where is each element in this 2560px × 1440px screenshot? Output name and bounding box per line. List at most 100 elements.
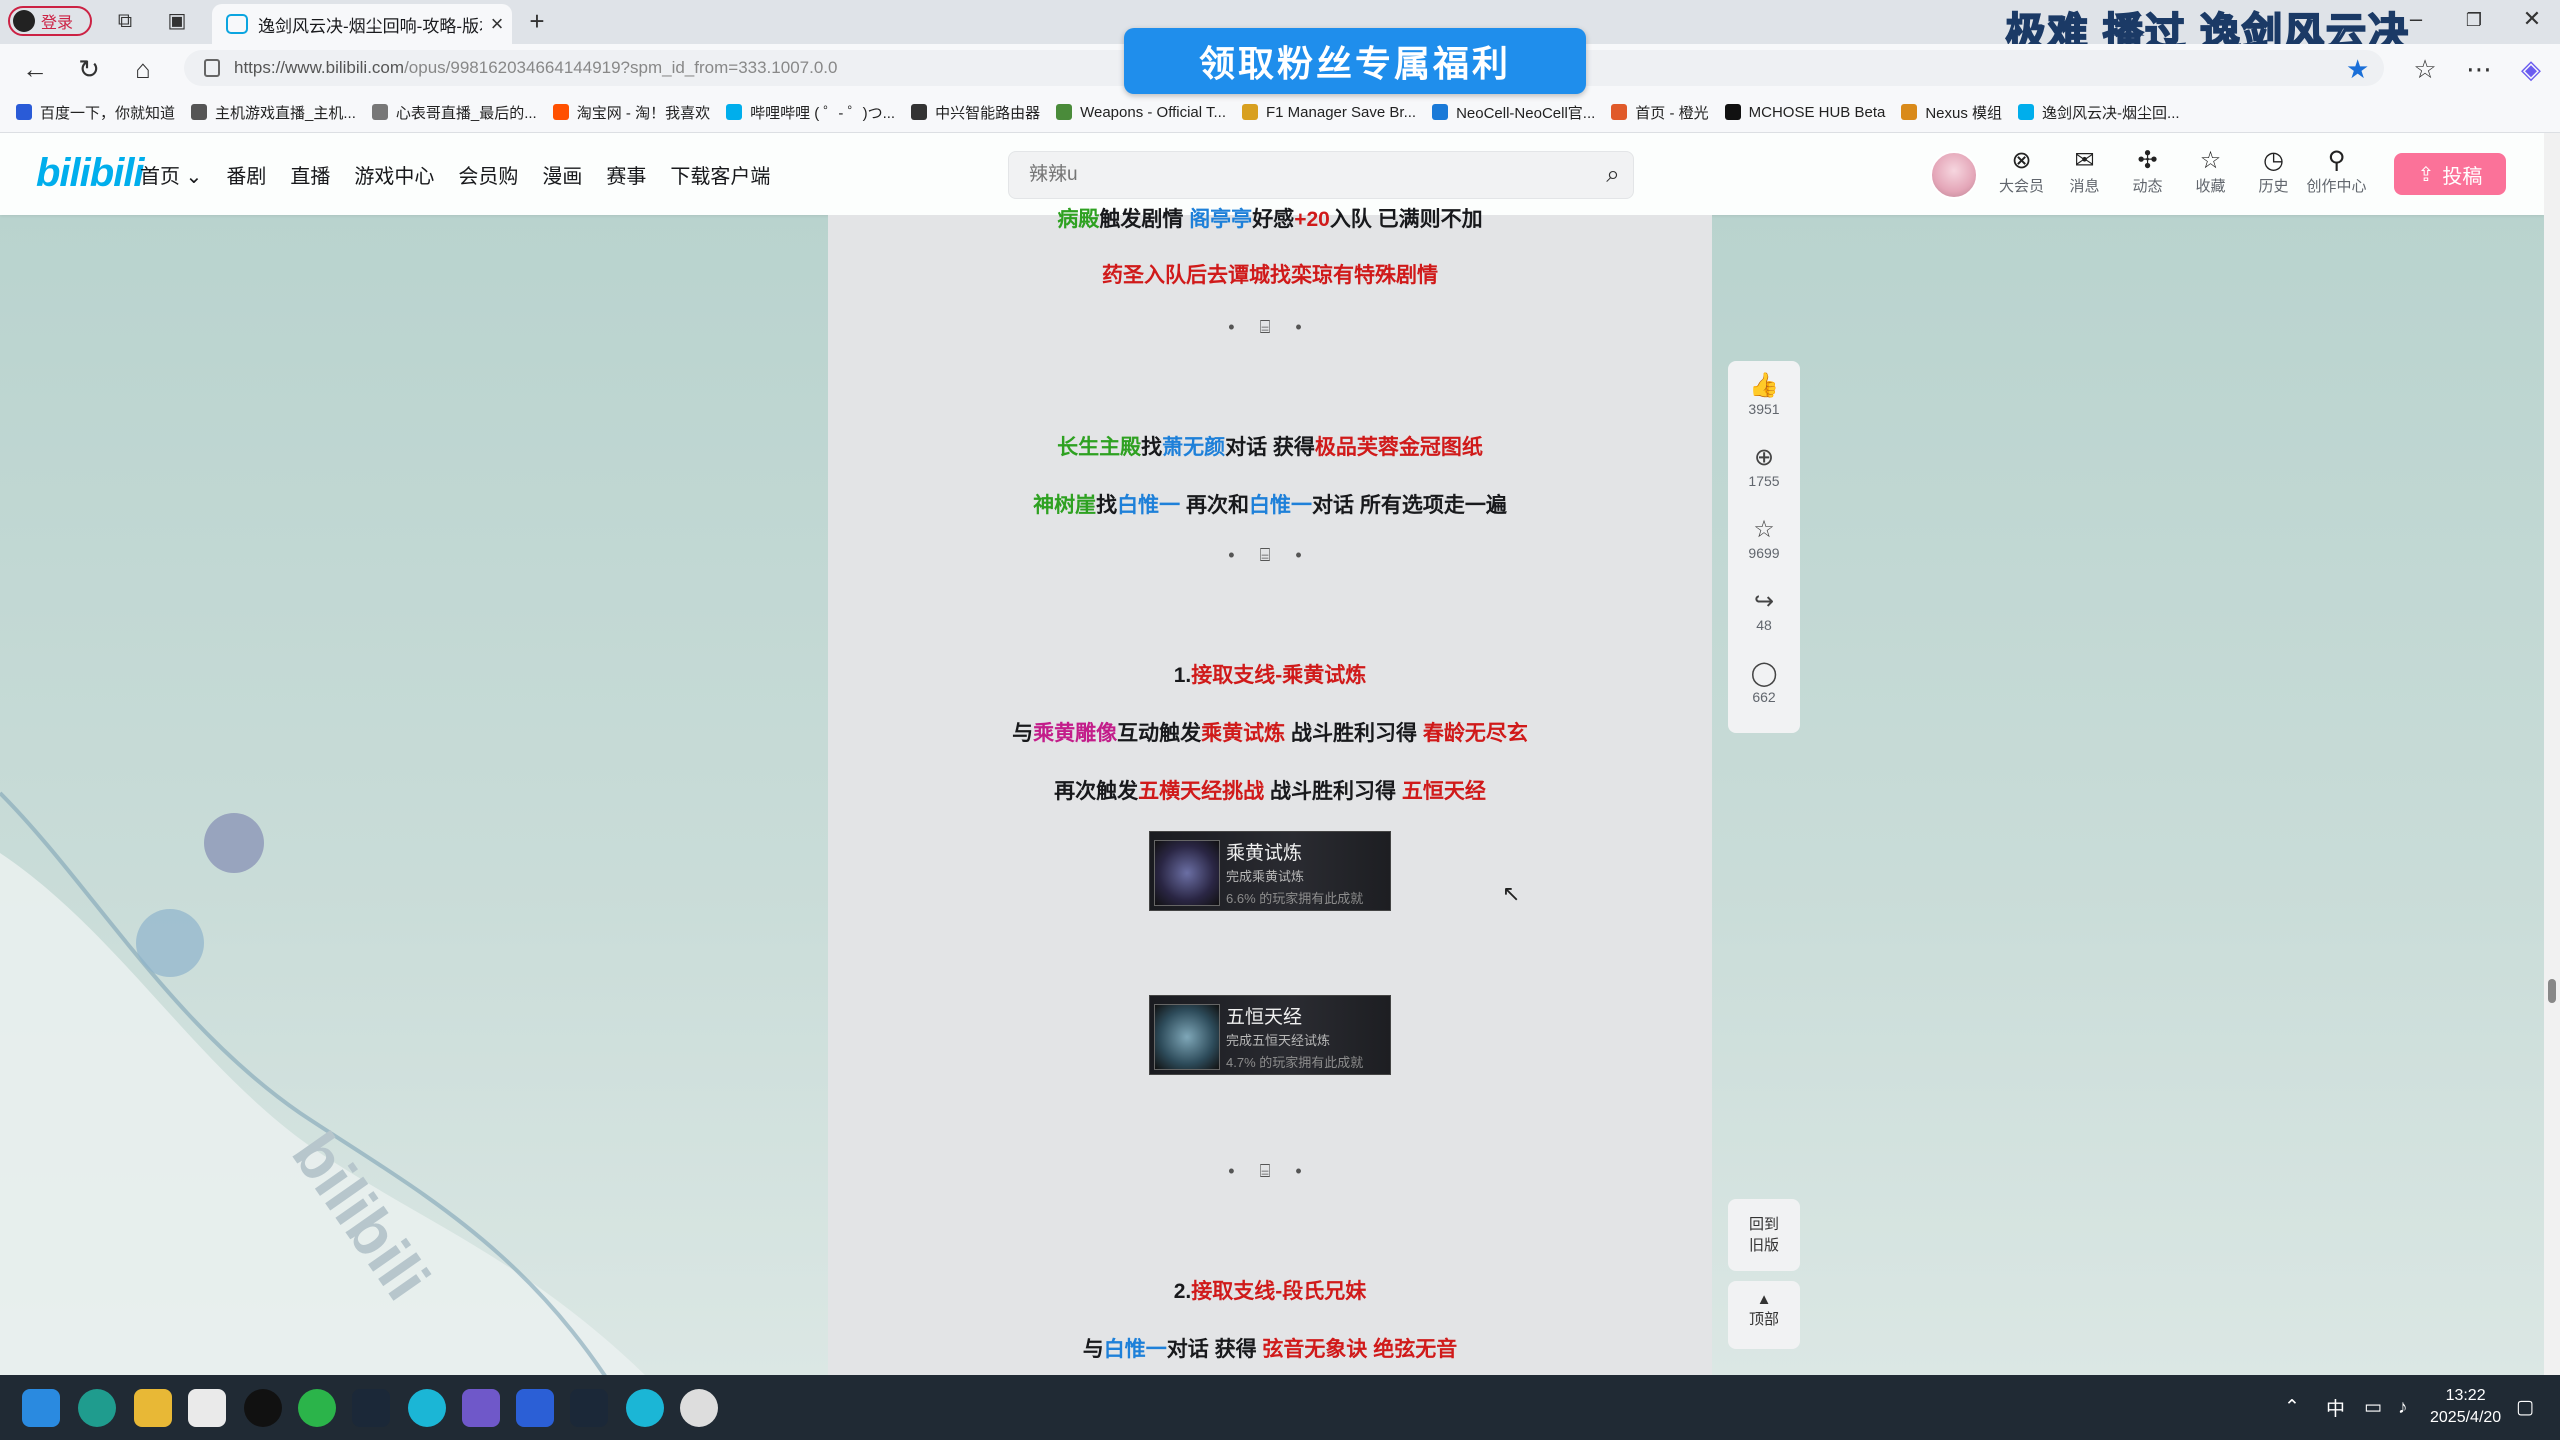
back-to-old-version-button[interactable]: 回到 旧版 <box>1728 1199 1800 1271</box>
new-tab-button[interactable]: + <box>524 8 550 34</box>
app-icon[interactable] <box>626 1389 664 1427</box>
tab-close-icon[interactable]: × <box>482 11 512 37</box>
volume-icon[interactable]: ♪ <box>2398 1375 2408 1440</box>
steam-icon[interactable] <box>570 1389 608 1427</box>
bookmark-label: MCHOSE HUB Beta <box>1748 103 1886 121</box>
text-segment: 五横天经挑战 <box>1138 780 1265 803</box>
steam-icon[interactable] <box>352 1389 390 1427</box>
text-segment: 接取支线-段氏兄妹 <box>1191 1280 1367 1303</box>
bookmark-item[interactable]: 百度一下，你就知道 <box>16 102 175 123</box>
wechat-icon[interactable] <box>298 1389 336 1427</box>
app-icon[interactable] <box>408 1389 446 1427</box>
nav-item[interactable]: 会员购 <box>458 160 518 189</box>
network-icon[interactable]: ▭ <box>2364 1375 2382 1440</box>
header-glyph-icon: ⊗ <box>2011 147 2032 174</box>
coin-button[interactable]: ⊕ 1755 <box>1728 433 1800 505</box>
nav-item[interactable]: 首页 ⌄ <box>140 160 202 189</box>
bookmark-item[interactable]: F1 Manager Save Br... <box>1242 104 1416 121</box>
bookmark-label: Nexus 模组 <box>1925 104 2003 122</box>
achievement-percent: 6.6% 的玩家拥有此成就 <box>1226 891 1364 906</box>
bookmark-item[interactable]: NeoCell-NeoCell官... <box>1432 102 1595 123</box>
bookmarks-bar: 百度一下，你就知道 主机游戏直播_主机... 心表哥直播_最后的... 淘宝网 - 淘… <box>0 92 2560 133</box>
header-icon-4[interactable]: ◷ 历史 <box>2242 147 2305 196</box>
notification-icon[interactable]: ▢ <box>2516 1375 2534 1440</box>
app-icon[interactable] <box>680 1389 718 1427</box>
favorites-icon[interactable]: ☆ <box>2410 54 2440 84</box>
qq-icon[interactable] <box>244 1389 282 1427</box>
bookmark-item[interactable]: 哔哩哔哩 ( ゜- ゜)つ... <box>726 102 895 123</box>
vertical-tabs-icon[interactable]: ▣ <box>164 8 190 34</box>
achievement-desc: 完成乘黄试炼 <box>1226 869 1305 884</box>
bookmark-item[interactable]: 中兴智能路由器 <box>911 102 1040 123</box>
text-segment: 入队 已满则不加 <box>1329 208 1483 231</box>
nav-item[interactable]: 番剧 <box>226 160 266 189</box>
text-segment: 与 <box>1012 722 1034 745</box>
ime-indicator[interactable]: 中 <box>2326 1375 2345 1440</box>
user-avatar[interactable] <box>1930 151 1978 199</box>
bookmark-item[interactable]: 心表哥直播_最后的... <box>371 102 537 123</box>
comment-button[interactable]: ◯ 662 <box>1728 649 1800 721</box>
header-icon-5[interactable]: ⚲ 创作中心 <box>2305 147 2368 196</box>
more-menu-icon[interactable]: ⋯ <box>2464 54 2494 84</box>
search-icon[interactable]: ⌕ <box>1593 161 1633 189</box>
store-icon[interactable] <box>188 1389 226 1427</box>
back-icon[interactable]: ← <box>20 54 50 84</box>
system-clock[interactable]: 13:22 2025/4/20 <box>2430 1385 2501 1429</box>
nav-item[interactable]: 游戏中心 <box>354 160 434 189</box>
profile-login-button[interactable]: 登录 <box>8 6 92 36</box>
home-icon[interactable]: ⌂ <box>128 54 158 84</box>
minimize-icon[interactable]: – <box>2396 6 2436 32</box>
nav-item[interactable]: 下载客户端 <box>670 160 770 189</box>
copilot-icon[interactable]: ◈ <box>2516 54 2546 84</box>
bookmark-item[interactable]: MCHOSE HUB Beta <box>1724 103 1886 121</box>
tab-active[interactable]: 逸剑风云决-烟尘回响-攻略-版本V × <box>212 4 512 44</box>
site-info-icon[interactable] <box>204 59 220 77</box>
bookmark-item[interactable]: 首页 - 橙光 <box>1611 102 1709 123</box>
clock-time: 13:22 <box>2445 1387 2486 1404</box>
app-icon[interactable] <box>462 1389 500 1427</box>
nav-item[interactable]: 直播 <box>290 160 330 189</box>
bookmark-item[interactable]: 逸剑风云决-烟尘回... <box>2018 102 2180 123</box>
bookmark-item[interactable]: Weapons - Official T... <box>1056 104 1226 121</box>
edge-browser-icon[interactable] <box>78 1389 116 1427</box>
bookmark-favicon-icon <box>16 104 32 120</box>
like-button[interactable]: 👍 3951 <box>1728 361 1800 433</box>
bookmark-label: 心表哥直播_最后的... <box>395 104 537 122</box>
bookmark-item[interactable]: Nexus 模组 <box>1901 102 2002 123</box>
nav-item[interactable]: 漫画 <box>542 160 582 189</box>
nav-item[interactable]: 赛事 <box>606 160 646 189</box>
bilibili-logo[interactable]: bilibili <box>36 151 145 196</box>
page-scrollbar[interactable] <box>2544 133 2560 1375</box>
workspaces-icon[interactable]: ⧉ <box>112 8 138 34</box>
favorite-button[interactable]: ☆ 9699 <box>1728 505 1800 577</box>
header-icon-3[interactable]: ☆ 收藏 <box>2179 147 2242 196</box>
share-button[interactable]: ↪ 48 <box>1728 577 1800 649</box>
tray-chevron-icon[interactable]: ⌃ <box>2284 1375 2300 1440</box>
file-explorer-icon[interactable] <box>134 1389 172 1427</box>
bookmark-item[interactable]: 主机游戏直播_主机... <box>191 102 356 123</box>
section-heading: 2.接取支线-段氏兄妹 <box>828 1275 1712 1305</box>
header-icon-1[interactable]: ✉ 消息 <box>2053 147 2116 196</box>
text-segment: 与 <box>1082 1338 1104 1361</box>
windows-taskbar: ⌃ 中 ▭ ♪ 13:22 2025/4/20 ▢ <box>0 1375 2560 1440</box>
app-icon[interactable] <box>516 1389 554 1427</box>
scrollbar-thumb[interactable] <box>2548 979 2556 1003</box>
text-segment: 2. <box>1173 1280 1192 1303</box>
search-input[interactable] <box>1027 163 1593 187</box>
close-window-icon[interactable]: ✕ <box>2512 6 2552 32</box>
article-line: 与白惟一对话 获得 弦音无象诀 绝弦无音 <box>828 1333 1712 1363</box>
favorite-star-icon[interactable]: ★ <box>2346 54 2369 85</box>
upload-button[interactable]: ⇪ 投稿 <box>2394 153 2506 195</box>
refresh-icon[interactable]: ↻ <box>74 54 104 84</box>
achievement-percent: 4.7% 的玩家拥有此成就 <box>1226 1055 1364 1070</box>
article-line: 药圣入队后去谭城找栾琼有特殊剧情 <box>1102 264 1438 287</box>
restore-icon[interactable]: ❐ <box>2454 10 2494 31</box>
bookmark-favicon-icon <box>191 104 208 120</box>
bookmark-item[interactable]: 淘宝网 - 淘！我喜欢 <box>552 102 710 123</box>
fans-benefit-banner[interactable]: 领取粉丝专属福利 <box>1124 28 1586 94</box>
start-menu-icon[interactable] <box>22 1389 60 1427</box>
login-label: 登录 <box>41 15 74 32</box>
back-to-top-button[interactable]: ▲ 顶部 <box>1728 1281 1800 1349</box>
header-icon-2[interactable]: ✣ 动态 <box>2116 147 2179 196</box>
header-icon-0[interactable]: ⊗ 大会员 <box>1990 147 2053 196</box>
